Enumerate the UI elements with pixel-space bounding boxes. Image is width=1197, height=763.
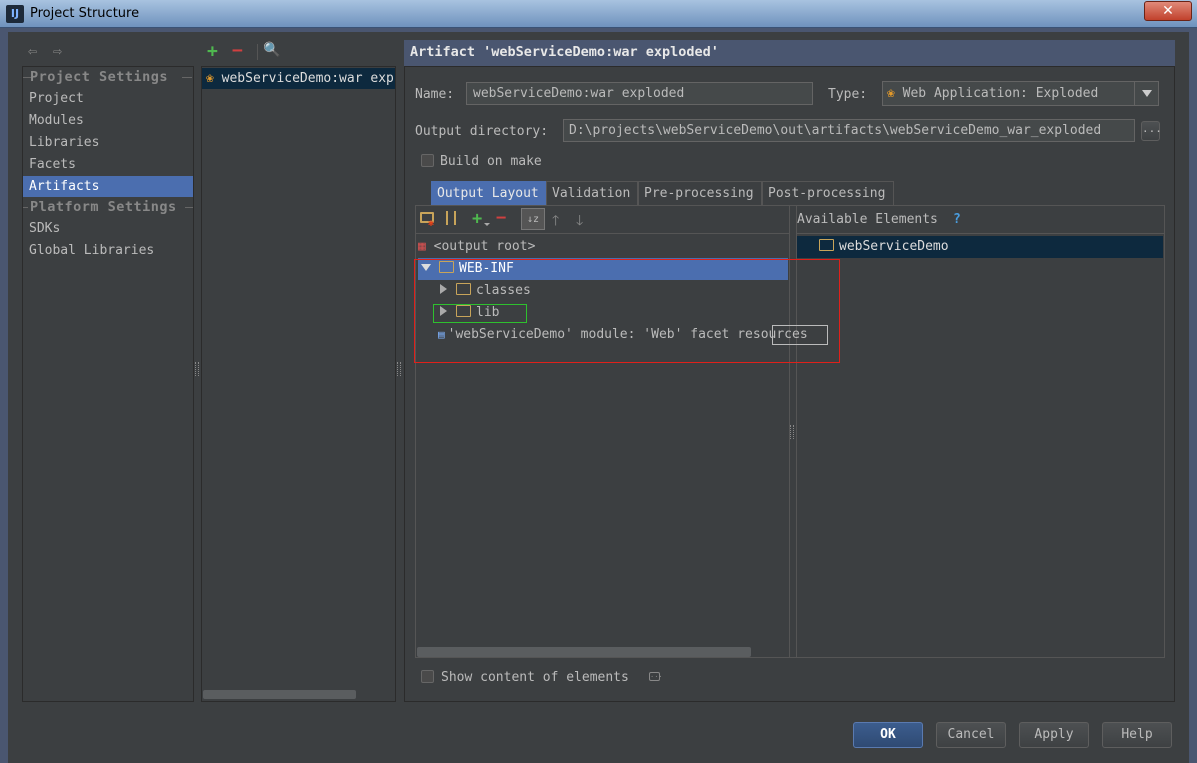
horizontal-scrollbar[interactable] [417, 647, 751, 657]
nav-item-artifacts[interactable]: Artifacts [23, 176, 193, 197]
chevron-down-icon[interactable] [1142, 90, 1152, 97]
nav-item-facets[interactable]: Facets [23, 154, 193, 175]
module-folder-icon [819, 239, 834, 251]
layout-toolbar-divider [416, 233, 789, 234]
help-icon[interactable]: ? [953, 212, 961, 227]
output-directory-field[interactable]: D:\projects\webServiceDemo\out\artifacts… [563, 119, 1135, 142]
window-title: Project Structure [30, 6, 140, 21]
name-label: Name: [415, 87, 455, 102]
move-down-icon[interactable]: 🡓 [576, 210, 583, 234]
search-icon[interactable]: 🔍 [263, 42, 280, 58]
artifact-list-item-label: webServiceDemo:war exp [221, 71, 394, 86]
divider [182, 77, 192, 78]
divider [23, 207, 28, 208]
tree-row-output-root[interactable]: ▦ <output root> [418, 236, 535, 258]
type-select-value: Web Application: Exploded [902, 86, 1099, 101]
apply-button[interactable]: Apply [1019, 722, 1089, 748]
dropdown-arrow-icon [484, 223, 490, 226]
name-field[interactable]: webServiceDemo:war exploded [466, 82, 813, 105]
nav-item-sdks[interactable]: SDKs [23, 218, 193, 239]
nav-item-libraries[interactable]: Libraries [23, 132, 193, 153]
add-artifact-button[interactable]: + [207, 41, 218, 62]
tab-output-layout[interactable]: Output Layout [431, 181, 546, 205]
forward-arrow-icon[interactable]: ⇨ [53, 42, 62, 60]
build-on-make-checkbox[interactable] [421, 154, 434, 167]
tree-row-label: <output root> [433, 239, 536, 254]
artifact-list-panel [201, 66, 396, 702]
cancel-button[interactable]: Cancel [936, 722, 1006, 748]
platform-settings-header: Platform Settings [30, 199, 177, 215]
remove-artifact-button[interactable]: − [232, 40, 243, 61]
tab-validation[interactable]: Validation [546, 181, 638, 205]
divider [185, 207, 193, 208]
back-arrow-icon[interactable]: ⇦ [28, 42, 37, 60]
splitter-handle[interactable] [397, 362, 401, 376]
artifact-header-title: Artifact 'webServiceDemo:war exploded' [410, 44, 719, 60]
splitter-handle[interactable] [195, 362, 199, 376]
web-app-icon: ❀ [887, 86, 895, 101]
available-item-webservicedemo[interactable]: webServiceDemo [797, 236, 1163, 258]
output-directory-label: Output directory: [415, 124, 549, 139]
close-button[interactable]: ✕ [1144, 1, 1192, 21]
tab-post-processing[interactable]: Post-processing [762, 181, 894, 205]
ok-button[interactable]: OK [853, 722, 923, 748]
more-options-icon[interactable]: ··· [649, 672, 663, 681]
create-directory-badge-icon: ✱ [428, 218, 435, 229]
available-item-label: webServiceDemo [839, 239, 949, 254]
sort-elements-icon[interactable]: ↓z [521, 208, 545, 230]
splitter-handle[interactable] [790, 425, 794, 439]
tab-pre-processing[interactable]: Pre-processing [638, 181, 762, 205]
nav-item-modules[interactable]: Modules [23, 110, 193, 131]
type-select[interactable]: ❀ Web Application: Exploded [882, 81, 1159, 106]
nav-item-project[interactable]: Project [23, 88, 193, 109]
help-button[interactable]: Help [1102, 722, 1172, 748]
horizontal-scrollbar[interactable] [203, 690, 356, 699]
war-artifact-icon: ❀ [206, 71, 214, 86]
output-root-icon: ▦ [418, 239, 426, 254]
remove-element-button[interactable]: − [496, 208, 506, 228]
select-divider [1134, 82, 1135, 105]
available-elements-label: Available Elements [797, 212, 938, 227]
show-content-label[interactable]: Show content of elements [441, 670, 629, 685]
jetbrains-idea-icon: IJ [6, 5, 24, 23]
browse-button[interactable]: ... [1141, 121, 1162, 141]
move-up-icon[interactable]: 🡑 [552, 210, 559, 234]
artifact-list-item[interactable]: ❀ webServiceDemo:war exp [202, 68, 395, 89]
build-on-make-label[interactable]: Build on make [440, 154, 542, 169]
available-toolbar-divider [797, 233, 1164, 234]
toolbar-separator [257, 44, 258, 60]
add-element-button[interactable]: + [472, 209, 482, 229]
create-archive-icon[interactable] [446, 211, 456, 225]
title-bar [0, 0, 1197, 28]
project-settings-header: Project Settings [30, 69, 169, 85]
nav-item-global-libraries[interactable]: Global Libraries [23, 240, 193, 261]
show-content-checkbox[interactable] [421, 670, 434, 683]
highlight-box-green [433, 304, 527, 323]
type-label: Type: [828, 87, 868, 102]
